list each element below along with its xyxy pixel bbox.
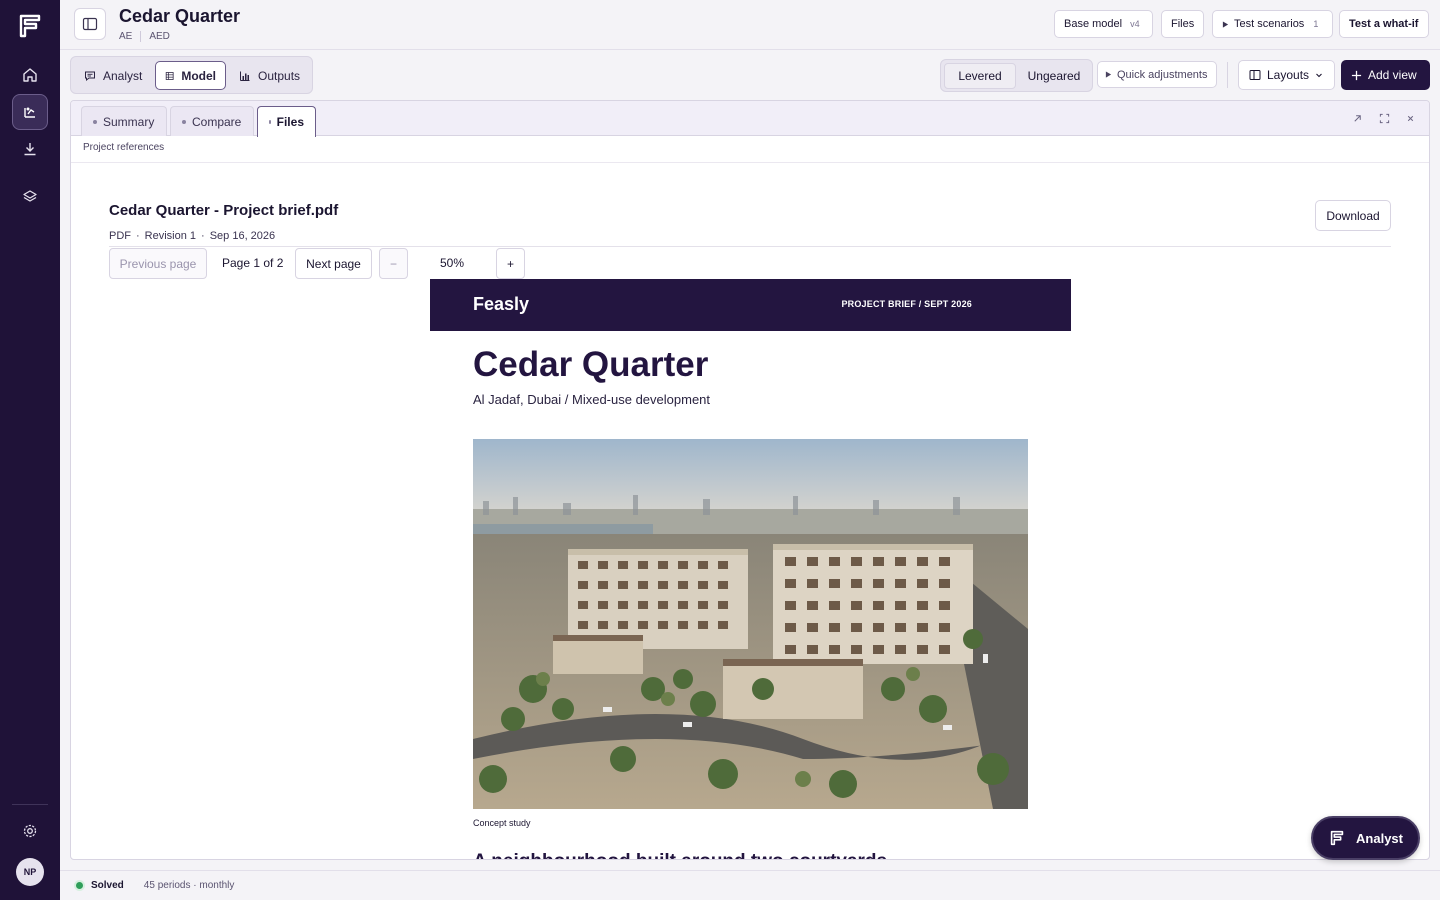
base-model-label: Base model bbox=[1064, 18, 1123, 30]
periods-label: 45 periods · monthly bbox=[143, 880, 235, 891]
zoom-out-button[interactable]: − bbox=[379, 248, 408, 279]
fullscreen-icon[interactable] bbox=[1377, 111, 1391, 125]
page-indicator: Page 1 of 2 bbox=[222, 256, 284, 270]
quick-adjustments-button[interactable]: Quick adjustments bbox=[1097, 61, 1217, 88]
project-meta: AE AED bbox=[119, 31, 170, 42]
test-scenarios-count: 1 bbox=[1313, 19, 1319, 29]
document-section-heading: A neighbourhood built around two courtya… bbox=[473, 851, 887, 859]
download-button[interactable]: Download bbox=[1315, 200, 1391, 231]
what-if-label: Test a what-if bbox=[1349, 18, 1419, 30]
analyst-fab-button[interactable]: Analyst bbox=[1311, 816, 1420, 860]
status-label: Solved bbox=[91, 880, 124, 891]
add-view-label: Add view bbox=[1368, 68, 1417, 82]
files-panel: Summary Compare Files Project references… bbox=[70, 100, 1430, 860]
subheading-divider bbox=[71, 162, 1429, 163]
external-link-icon[interactable] bbox=[1350, 111, 1364, 125]
model-icon[interactable] bbox=[12, 94, 48, 130]
page-title: Cedar Quarter bbox=[119, 6, 241, 26]
file-header-divider bbox=[109, 246, 1391, 247]
tab-files[interactable]: Files bbox=[257, 106, 316, 137]
top-header: Cedar Quarter AE AED Base model v4 Files… bbox=[60, 0, 1440, 50]
layout-icon bbox=[1249, 70, 1261, 80]
tab-compare-label: Compare bbox=[192, 114, 242, 129]
play-icon bbox=[1105, 71, 1112, 78]
tab-dot-icon bbox=[182, 119, 186, 124]
test-what-if-button[interactable]: Test a what-if bbox=[1339, 10, 1429, 38]
tab-outputs-label: Outputs bbox=[258, 68, 301, 83]
play-icon bbox=[1222, 20, 1229, 28]
tab-model[interactable]: Model bbox=[155, 61, 226, 90]
file-title: Cedar Quarter - Project brief.pdf bbox=[109, 202, 339, 219]
analyst-fab-label: Analyst bbox=[1356, 830, 1403, 846]
tab-model-label: Model bbox=[181, 68, 216, 83]
base-model-version: v4 bbox=[1130, 19, 1140, 29]
document-title: Cedar Quarter bbox=[473, 345, 709, 384]
document-subtitle: Al Jadaf, Dubai / Mixed-use development bbox=[473, 392, 711, 407]
file-meta: PDF · Revision 1 · Sep 16, 2026 bbox=[109, 230, 275, 242]
tab-analyst-label: Analyst bbox=[103, 68, 143, 83]
file-date: Sep 16, 2026 bbox=[209, 230, 276, 242]
layouts-label: Layouts bbox=[1267, 68, 1310, 82]
bar-chart-icon bbox=[240, 71, 250, 81]
home-icon[interactable] bbox=[12, 57, 48, 93]
tab-analyst[interactable]: Analyst bbox=[75, 61, 155, 90]
tab-summary[interactable]: Summary bbox=[81, 106, 167, 136]
settings-icon[interactable] bbox=[12, 813, 48, 849]
meta-divider bbox=[140, 31, 142, 42]
layers-icon[interactable] bbox=[12, 179, 48, 215]
plus-icon bbox=[1351, 70, 1362, 80]
brand-logo-icon[interactable] bbox=[16, 12, 44, 40]
tab-summary-label: Summary bbox=[103, 114, 155, 129]
chat-icon bbox=[85, 71, 95, 81]
levered-option[interactable]: Levered bbox=[944, 63, 1016, 89]
project-references-heading: Project references bbox=[83, 142, 165, 153]
document-header-band: Feasly PROJECT BRIEF / SEPT 2026 bbox=[430, 279, 1071, 331]
panel-tab-bar: Summary Compare Files bbox=[71, 101, 1429, 137]
meta-dot: · bbox=[201, 230, 205, 242]
document-tag: PROJECT BRIEF / SEPT 2026 bbox=[841, 299, 972, 309]
tab-files-label: Files bbox=[276, 115, 304, 129]
zoom-in-button[interactable]: + bbox=[496, 248, 525, 279]
status-bar: Solved 45 periods · monthly bbox=[60, 870, 1440, 900]
leverage-toggle: Levered Ungeared bbox=[940, 59, 1093, 92]
zoom-level: 50% bbox=[440, 256, 465, 270]
photo-caption: Concept study bbox=[473, 818, 531, 828]
files-button[interactable]: Files bbox=[1161, 10, 1204, 38]
add-view-button[interactable]: Add view bbox=[1341, 60, 1430, 90]
tab-dot-icon bbox=[269, 120, 271, 124]
meta-dot: · bbox=[136, 230, 140, 242]
layouts-button[interactable]: Layouts bbox=[1238, 60, 1335, 90]
base-model-button[interactable]: Base model v4 bbox=[1054, 10, 1153, 38]
previous-page-button[interactable]: Previous page bbox=[109, 248, 207, 279]
document-page: Feasly PROJECT BRIEF / SEPT 2026 Cedar Q… bbox=[430, 279, 1071, 859]
download-icon[interactable] bbox=[12, 131, 48, 167]
quick-adjustments-label: Quick adjustments bbox=[1117, 68, 1208, 81]
file-type: PDF bbox=[109, 230, 131, 242]
currency-code: AED bbox=[149, 31, 170, 42]
ungeared-option[interactable]: Ungeared bbox=[1018, 63, 1090, 89]
tab-dot-icon bbox=[93, 119, 97, 124]
document-brand: Feasly bbox=[473, 294, 530, 314]
close-icon[interactable] bbox=[1403, 111, 1417, 125]
sidebar-toggle-icon[interactable] bbox=[74, 8, 106, 40]
left-rail: NP bbox=[0, 0, 60, 900]
next-page-button[interactable]: Next page bbox=[295, 248, 372, 279]
chevron-down-icon bbox=[1316, 73, 1322, 78]
view-tab-group: Analyst Model Outputs bbox=[70, 56, 313, 94]
country-code: AE bbox=[119, 31, 133, 42]
brand-logo-icon bbox=[1330, 830, 1344, 846]
toolbar-divider bbox=[1227, 62, 1228, 88]
tab-compare[interactable]: Compare bbox=[170, 106, 254, 136]
avatar[interactable]: NP bbox=[16, 858, 44, 886]
tab-outputs[interactable]: Outputs bbox=[230, 61, 310, 90]
rail-divider bbox=[12, 804, 48, 805]
file-revision: Revision 1 bbox=[144, 230, 197, 242]
test-scenarios-label: Test scenarios bbox=[1234, 18, 1305, 30]
concept-photo bbox=[473, 439, 1028, 809]
status-dot-icon bbox=[76, 882, 83, 889]
files-label: Files bbox=[1171, 18, 1195, 30]
test-scenarios-button[interactable]: Test scenarios 1 bbox=[1212, 10, 1333, 38]
table-icon bbox=[165, 71, 174, 80]
